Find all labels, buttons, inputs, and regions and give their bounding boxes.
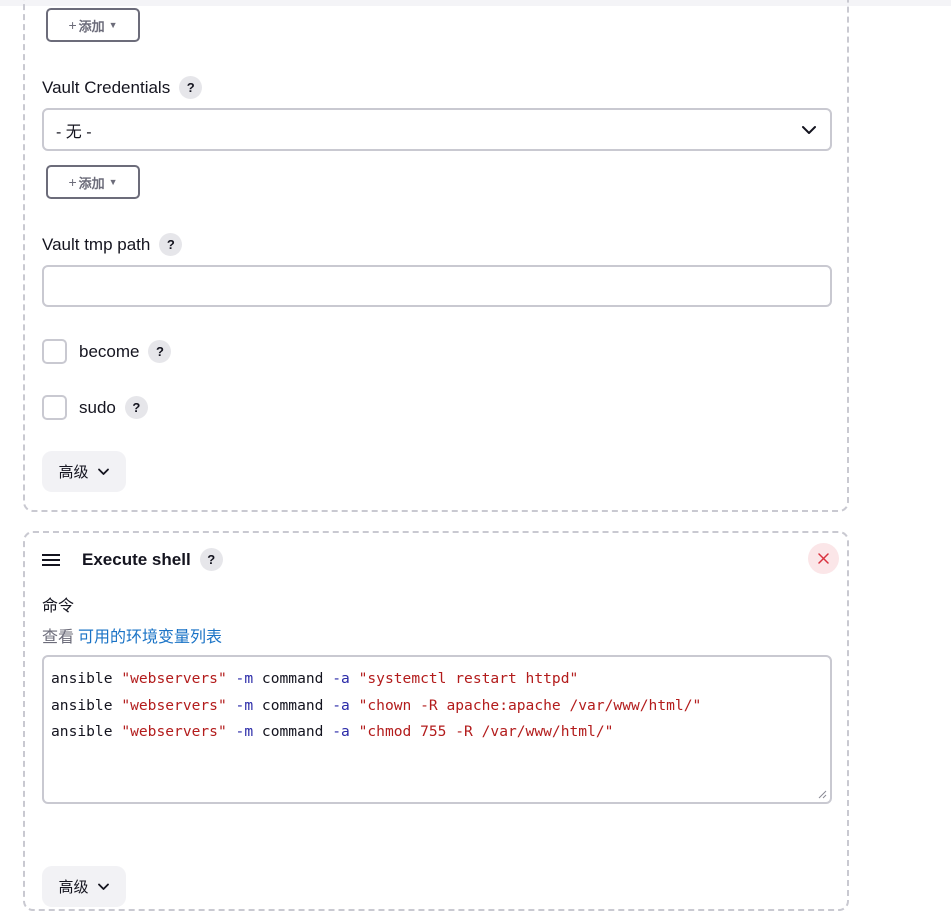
- chevron-down-icon: [97, 883, 109, 890]
- sudo-label[interactable]: sudo: [79, 398, 116, 418]
- advanced-label: 高级: [58, 464, 89, 481]
- section-title: Execute shell: [82, 549, 191, 569]
- caret-down-icon: ▼: [108, 177, 118, 187]
- advanced-button[interactable]: 高级: [42, 451, 126, 492]
- become-checkbox[interactable]: [42, 339, 67, 364]
- code-flag: -a: [332, 696, 350, 714]
- resize-grip-icon[interactable]: [818, 790, 827, 799]
- code-flag: -m: [235, 696, 254, 714]
- chevron-down-icon: [97, 468, 109, 475]
- select-value: - 无 -: [56, 123, 92, 141]
- help-icon[interactable]: ?: [159, 233, 183, 256]
- code-flag: -a: [332, 723, 350, 740]
- vault-credentials-label: Vault Credentials ?: [42, 76, 203, 99]
- code-command: ansible: [51, 723, 113, 740]
- add-vault-credentials-button[interactable]: + 添加 ▼: [46, 165, 140, 199]
- code-module: command: [261, 723, 324, 740]
- code-flag: -a: [332, 670, 350, 687]
- advanced-button[interactable]: 高级: [42, 866, 126, 907]
- add-credentials-button[interactable]: + 添加 ▼: [46, 8, 140, 42]
- vault-tmp-path-input[interactable]: [42, 265, 832, 307]
- code-flag: -m: [235, 670, 254, 687]
- vault-tmp-path-text: Vault tmp path: [42, 234, 151, 254]
- become-label[interactable]: become: [79, 342, 139, 362]
- code-module: command: [261, 670, 324, 687]
- code-line: ansible "webservers" -m command -a "syst…: [51, 666, 823, 693]
- command-textarea[interactable]: ansible "webservers" -m command -a "syst…: [42, 655, 832, 804]
- drag-handle-icon[interactable]: [42, 553, 60, 567]
- code-flag: -m: [235, 723, 254, 740]
- env-prefix: 查看: [42, 629, 75, 646]
- plus-icon: +: [68, 174, 77, 190]
- code-command: ansible: [51, 670, 113, 687]
- advanced-label: 高级: [58, 879, 89, 896]
- env-vars-hint: 查看 可用的环境变量列表: [42, 623, 222, 647]
- code-line: ansible "webservers" -m command -a "chmo…: [51, 719, 823, 746]
- code-string: "webservers": [121, 696, 227, 714]
- code-string: "webservers": [121, 670, 227, 687]
- code-string: "chown -R apache:apache /var/www/html/": [358, 696, 702, 714]
- code-string: "webservers": [121, 723, 227, 740]
- add-button-label: 添加: [78, 175, 105, 191]
- execute-shell-header: Execute shell ?: [42, 547, 223, 572]
- code-line: ansible "webservers" -m command -a "chow…: [51, 693, 823, 720]
- code-module: command: [261, 696, 324, 714]
- become-option: become ?: [42, 339, 172, 364]
- code-string: "systemctl restart httpd": [358, 670, 579, 687]
- sudo-checkbox[interactable]: [42, 395, 67, 420]
- command-label: 命令: [42, 598, 75, 615]
- help-icon[interactable]: ?: [124, 396, 148, 419]
- caret-down-icon: ▼: [108, 20, 118, 30]
- code-command: ansible: [51, 696, 113, 714]
- vault-tmp-path-label: Vault tmp path ?: [42, 233, 183, 256]
- env-vars-link[interactable]: 可用的环境变量列表: [78, 629, 222, 646]
- sudo-option: sudo ?: [42, 395, 148, 420]
- add-button-label: 添加: [78, 18, 105, 34]
- chevron-down-icon: [802, 125, 816, 134]
- code-string: "chmod 755 -R /var/www/html/": [358, 723, 614, 740]
- vault-credentials-select[interactable]: - 无 -: [42, 108, 832, 151]
- help-icon[interactable]: ?: [148, 340, 172, 363]
- plus-icon: +: [68, 17, 77, 33]
- delete-step-button[interactable]: [808, 543, 839, 574]
- vault-credentials-text: Vault Credentials: [42, 77, 171, 97]
- close-icon: [818, 553, 829, 564]
- help-icon[interactable]: ?: [199, 548, 223, 571]
- help-icon[interactable]: ?: [179, 76, 203, 99]
